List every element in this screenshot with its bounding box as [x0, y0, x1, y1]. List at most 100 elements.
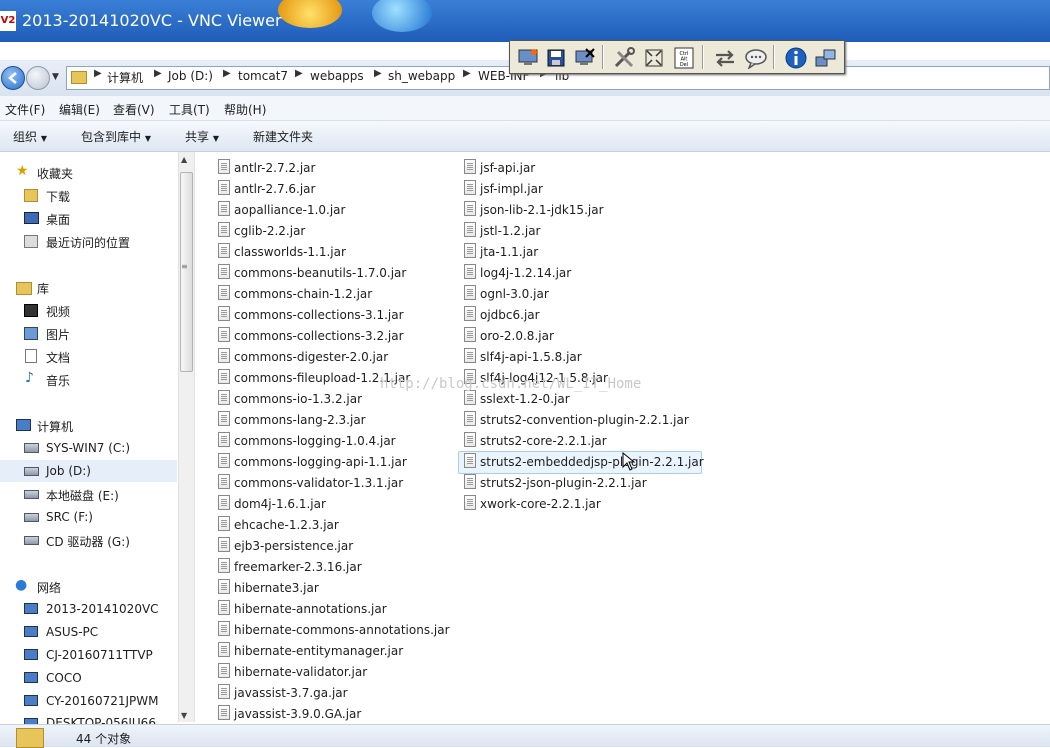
- nav-drive-g[interactable]: CD 驱动器 (G:): [46, 533, 130, 550]
- share-button[interactable]: 共享 ▼: [185, 128, 219, 145]
- file-item[interactable]: commons-logging-api-1.1.jar: [218, 452, 407, 472]
- menu-tools[interactable]: 工具(T): [169, 101, 210, 118]
- breadcrumb-separator-icon[interactable]: ▶: [374, 68, 382, 79]
- nav-drive-d[interactable]: Job (D:): [46, 464, 91, 478]
- file-item[interactable]: xwork-core-2.2.1.jar: [464, 494, 601, 514]
- file-item[interactable]: jsf-impl.jar: [464, 179, 543, 199]
- file-item[interactable]: ejb3-persistence.jar: [218, 536, 353, 556]
- file-item[interactable]: cglib-2.2.jar: [218, 221, 305, 241]
- file-item[interactable]: oro-2.0.8.jar: [464, 326, 554, 346]
- nav-host[interactable]: CY-20160721JPWM: [46, 694, 158, 708]
- file-item[interactable]: ehcache-1.2.3.jar: [218, 515, 339, 535]
- menu-file[interactable]: 文件(F): [5, 101, 45, 118]
- file-item[interactable]: commons-beanutils-1.7.0.jar: [218, 263, 406, 283]
- nav-favorites[interactable]: 收藏夹: [37, 165, 73, 182]
- file-item[interactable]: hibernate-commons-annotations.jar: [218, 620, 450, 640]
- breadcrumb-separator-icon[interactable]: ▶: [223, 68, 231, 79]
- file-item[interactable]: classworlds-1.1.jar: [218, 242, 346, 262]
- save-icon[interactable]: [542, 44, 570, 71]
- ctrl-alt-del-icon[interactable]: Ctrl Alt Del: [670, 44, 698, 71]
- file-item[interactable]: ojdbc6.jar: [464, 305, 540, 325]
- nav-host[interactable]: DESKTOP-056IU66: [46, 716, 156, 724]
- back-button[interactable]: [1, 66, 25, 90]
- file-item[interactable]: commons-digester-2.0.jar: [218, 347, 388, 367]
- menu-help[interactable]: 帮助(H): [224, 101, 266, 118]
- file-item[interactable]: commons-collections-3.1.jar: [218, 305, 404, 325]
- file-item[interactable]: struts2-core-2.2.1.jar: [464, 431, 607, 451]
- breadcrumb-separator-icon[interactable]: ▶: [295, 68, 303, 79]
- nav-host[interactable]: COCO: [46, 671, 82, 685]
- file-item[interactable]: jstl-1.2.jar: [464, 221, 540, 241]
- file-item[interactable]: commons-logging-1.0.4.jar: [218, 431, 396, 451]
- file-item[interactable]: commons-chain-1.2.jar: [218, 284, 372, 304]
- file-item[interactable]: sslext-1.2-0.jar: [464, 389, 570, 409]
- file-item[interactable]: log4j-1.2.14.jar: [464, 263, 571, 283]
- breadcrumb-computer[interactable]: 计算机: [107, 69, 143, 86]
- chat-icon[interactable]: [742, 44, 770, 71]
- file-item[interactable]: aopalliance-1.0.jar: [218, 200, 345, 220]
- breadcrumb-separator-icon[interactable]: ▶: [154, 68, 162, 79]
- breadcrumb-separator-icon[interactable]: ▶: [94, 68, 102, 79]
- nav-music[interactable]: 音乐: [46, 372, 70, 389]
- file-item[interactable]: antlr-2.7.2.jar: [218, 158, 315, 178]
- transfer-icon[interactable]: [711, 44, 739, 71]
- nav-computer[interactable]: 计算机: [37, 418, 73, 435]
- nav-documents[interactable]: 文档: [46, 349, 70, 366]
- nav-scrollbar-thumb[interactable]: [180, 172, 193, 372]
- include-in-library-button[interactable]: 包含到库中 ▼: [81, 128, 151, 145]
- nav-library[interactable]: 库: [37, 280, 49, 297]
- file-item[interactable]: freemarker-2.3.16.jar: [218, 557, 362, 577]
- nav-host[interactable]: 2013-20141020VC: [46, 602, 159, 616]
- menu-edit[interactable]: 编辑(E): [59, 101, 100, 118]
- file-item[interactable]: commons-lang-2.3.jar: [218, 410, 366, 430]
- file-item[interactable]: hibernate-validator.jar: [218, 662, 367, 682]
- file-item[interactable]: javassist-3.9.0.GA.jar: [218, 704, 361, 724]
- file-item[interactable]: ognl-3.0.jar: [464, 284, 549, 304]
- file-item[interactable]: jsf-api.jar: [464, 158, 535, 178]
- connection-icon[interactable]: [812, 44, 840, 71]
- new-folder-button[interactable]: 新建文件夹: [253, 128, 313, 145]
- file-item[interactable]: slf4j-api-1.5.8.jar: [464, 347, 582, 367]
- nav-drive-c[interactable]: SYS-WIN7 (C:): [46, 441, 130, 455]
- settings-icon[interactable]: [610, 44, 638, 71]
- nav-drive-e[interactable]: 本地磁盘 (E:): [46, 487, 119, 504]
- file-item[interactable]: struts2-convention-plugin-2.2.1.jar: [464, 410, 689, 430]
- file-item[interactable]: dom4j-1.6.1.jar: [218, 494, 326, 514]
- file-item[interactable]: struts2-embeddedjsp-plugin-2.2.1.jar: [464, 452, 704, 472]
- organize-button[interactable]: 组织 ▼: [13, 128, 47, 145]
- nav-host[interactable]: ASUS-PC: [46, 625, 98, 639]
- file-item[interactable]: hibernate-annotations.jar: [218, 599, 387, 619]
- nav-videos[interactable]: 视频: [46, 303, 70, 320]
- disconnect-icon[interactable]: [571, 44, 599, 71]
- file-item[interactable]: json-lib-2.1-jdk15.jar: [464, 200, 604, 220]
- history-dropdown-icon[interactable]: ▼: [52, 72, 59, 82]
- info-icon[interactable]: [782, 44, 810, 71]
- file-item[interactable]: struts2-json-plugin-2.2.1.jar: [464, 473, 647, 493]
- nav-network[interactable]: 网络: [37, 579, 61, 596]
- file-item[interactable]: hibernate3.jar: [218, 578, 319, 598]
- nav-desktop[interactable]: 桌面: [46, 211, 70, 228]
- breadcrumb-tomcat7[interactable]: tomcat7: [238, 69, 288, 83]
- nav-downloads[interactable]: 下载: [46, 188, 70, 205]
- file-item[interactable]: hibernate-entitymanager.jar: [218, 641, 403, 661]
- nav-host[interactable]: CJ-20160711TTVP: [46, 648, 153, 662]
- breadcrumb-sh-webapp[interactable]: sh_webapp: [388, 69, 455, 83]
- scroll-down-icon[interactable]: ▼: [181, 711, 187, 720]
- forward-button[interactable]: [26, 66, 50, 90]
- file-item[interactable]: antlr-2.7.6.jar: [218, 179, 315, 199]
- file-item[interactable]: javassist-3.7.ga.jar: [218, 683, 348, 703]
- breadcrumb-webapps[interactable]: webapps: [310, 69, 364, 83]
- breadcrumb-separator-icon[interactable]: ▶: [463, 68, 471, 79]
- nav-pictures[interactable]: 图片: [46, 326, 70, 343]
- file-item[interactable]: jta-1.1.jar: [464, 242, 538, 262]
- menu-view[interactable]: 查看(V): [113, 101, 155, 118]
- scroll-up-icon[interactable]: ▲: [181, 155, 187, 164]
- file-item[interactable]: commons-io-1.3.2.jar: [218, 389, 362, 409]
- fullscreen-icon[interactable]: [640, 44, 668, 71]
- file-item[interactable]: commons-validator-1.3.1.jar: [218, 473, 403, 493]
- options-icon[interactable]: [514, 44, 542, 71]
- file-item[interactable]: commons-collections-3.2.jar: [218, 326, 404, 346]
- nav-recent[interactable]: 最近访问的位置: [46, 234, 130, 251]
- nav-drive-f[interactable]: SRC (F:): [46, 510, 93, 524]
- breadcrumb-job-drive[interactable]: Job (D:): [168, 69, 213, 83]
